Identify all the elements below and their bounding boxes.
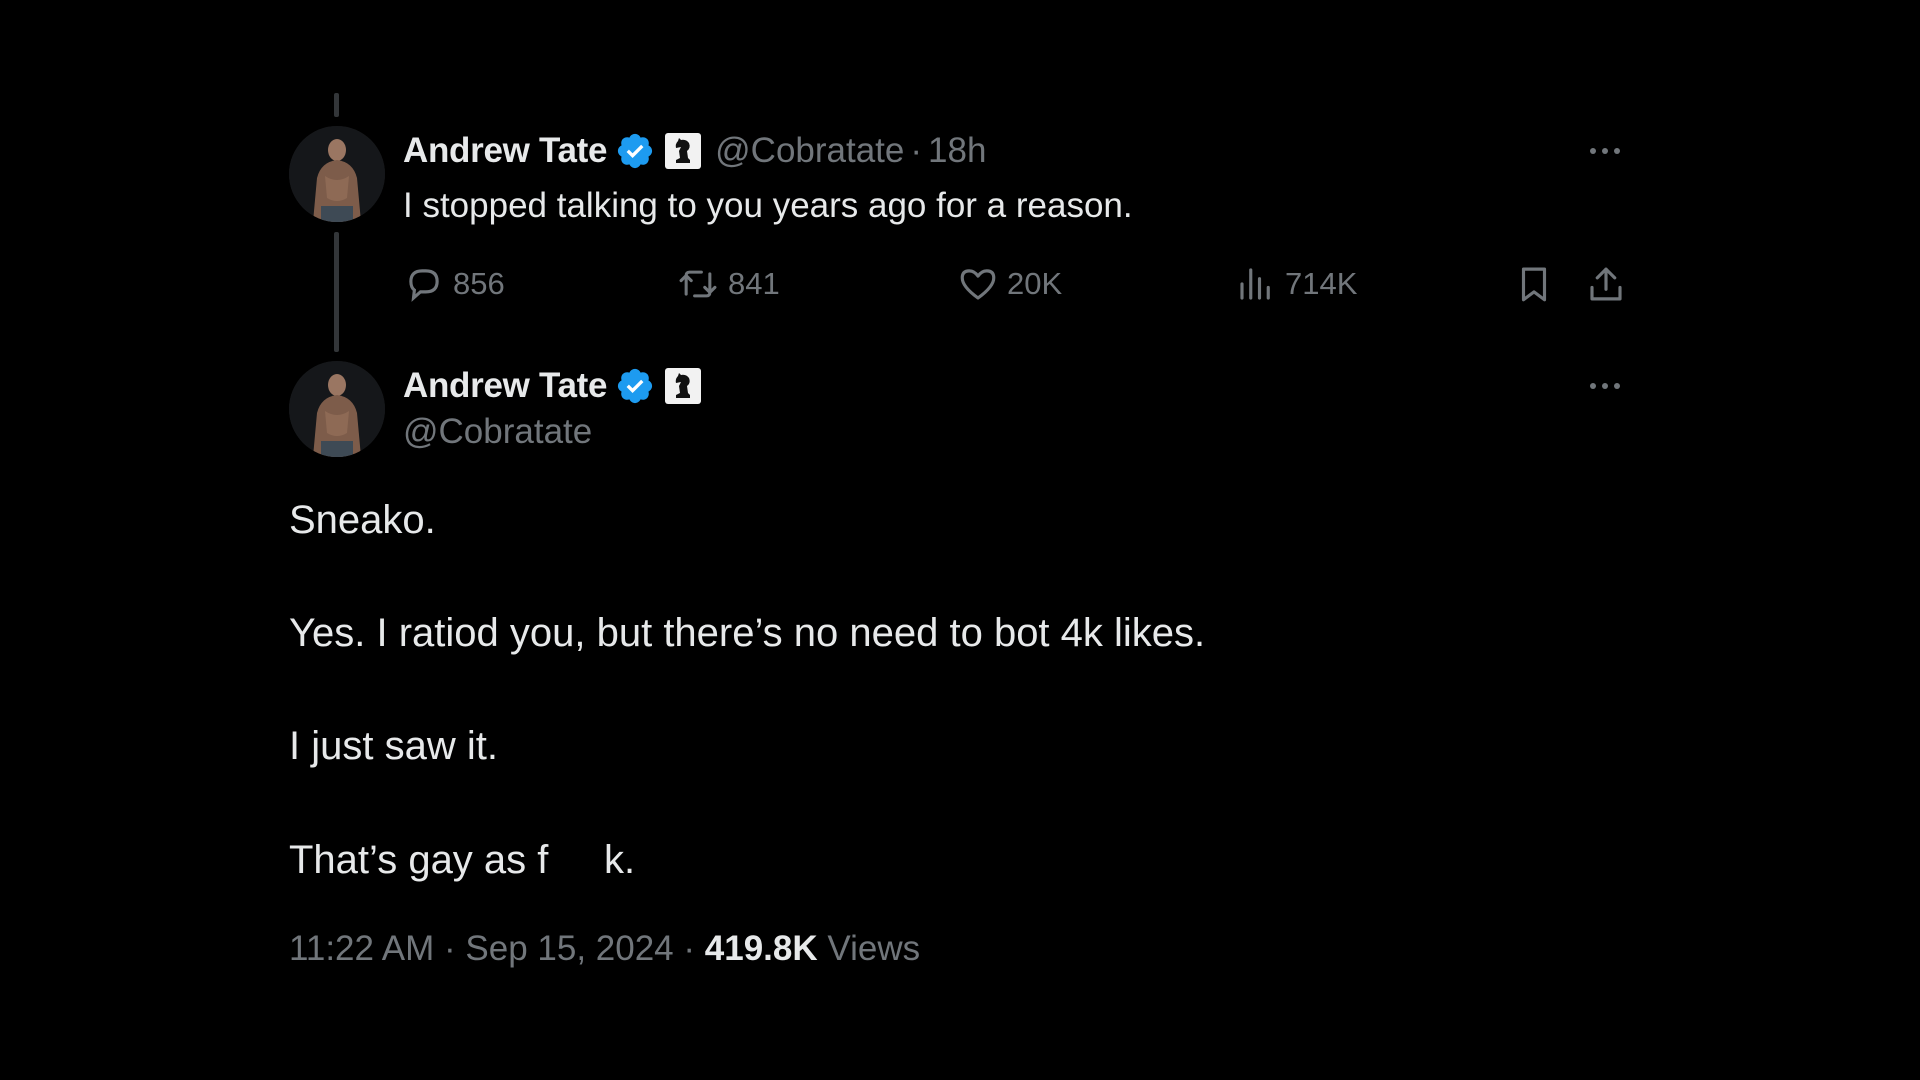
bookmark-icon — [1521, 267, 1547, 302]
more-options-icon[interactable] — [1585, 366, 1625, 406]
avatar[interactable] — [289, 361, 385, 457]
heart-icon — [960, 269, 996, 300]
reply-bubble-icon — [409, 269, 439, 302]
bookmark-button[interactable] — [1513, 262, 1563, 306]
separator-dot: · — [683, 929, 696, 968]
like-count: 20K — [1007, 266, 1063, 301]
verified-badge-icon — [615, 131, 655, 171]
avatar[interactable] — [289, 126, 385, 222]
author-name[interactable]: Andrew Tate — [403, 366, 607, 406]
views-label: Views — [827, 929, 921, 968]
thread-line-connector — [334, 232, 339, 352]
tweet-paragraph: Yes. I ratiod you, but there’s no need t… — [289, 611, 1206, 655]
separator-dot: · — [444, 929, 456, 968]
tweet-meta: 11:22 AM · Sep 15, 2024 · 419.8K Views — [289, 929, 920, 969]
tweet-paragraph: That’s gay as f k. — [289, 838, 636, 882]
thread-line-top — [334, 93, 339, 117]
reply-button[interactable]: 856 — [403, 262, 505, 306]
chess-knight-affiliate-icon[interactable] — [665, 133, 702, 169]
main-author-row: Andrew Tate — [403, 364, 702, 408]
share-button[interactable] — [1585, 262, 1635, 306]
tweet-paragraph: Sneako. — [289, 498, 436, 542]
tweet-time[interactable]: 11:22 AM — [289, 929, 434, 968]
reply-author-row: Andrew Tate @Cobratate · 18h — [403, 129, 986, 173]
chess-knight-affiliate-icon[interactable] — [665, 368, 702, 404]
views-count: 714K — [1285, 266, 1358, 301]
author-handle[interactable]: @Cobratate — [403, 412, 592, 452]
tweet-paragraph: I just saw it. — [289, 724, 498, 768]
author-name[interactable]: Andrew Tate — [403, 131, 607, 171]
timestamp[interactable]: 18h — [928, 131, 986, 171]
analytics-bars-icon — [1240, 268, 1270, 300]
separator-dot: · — [910, 131, 923, 170]
reply-count: 856 — [453, 266, 505, 301]
repost-count: 841 — [728, 266, 780, 301]
author-handle[interactable]: @Cobratate — [715, 131, 904, 171]
more-options-icon[interactable] — [1585, 131, 1625, 171]
repost-button[interactable]: 841 — [676, 262, 780, 306]
verified-badge-icon — [615, 366, 655, 406]
analytics-button[interactable]: 714K — [1235, 262, 1357, 306]
repost-icon — [679, 270, 717, 298]
reply-tweet-text: I stopped talking to you years ago for a… — [403, 186, 1133, 225]
share-upload-icon — [1590, 267, 1622, 301]
like-button[interactable]: 20K — [957, 262, 1062, 306]
tweet-date[interactable]: Sep 15, 2024 — [465, 929, 673, 968]
views-count[interactable]: 419.8K — [705, 929, 818, 968]
